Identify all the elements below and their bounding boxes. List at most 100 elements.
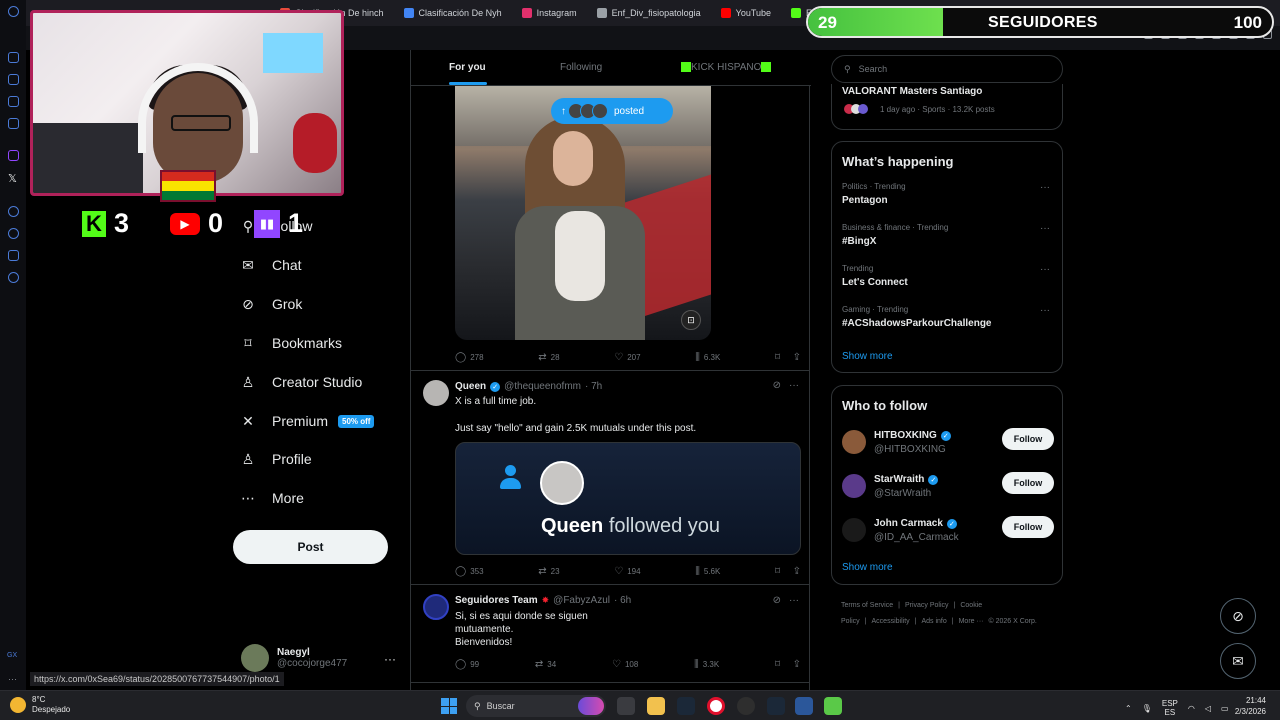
- views-button[interactable]: ⫼ 6.3K: [695, 352, 720, 363]
- who-to-follow-item[interactable]: John Carmack ✓ @ID_AA_Carmack Follow: [842, 516, 1054, 550]
- trend-more-icon[interactable]: ···: [1040, 305, 1050, 316]
- tweet-author-handle[interactable]: @FabyzAzul: [553, 595, 610, 606]
- trend-more-icon[interactable]: ···: [1040, 223, 1050, 234]
- follow-button[interactable]: Follow: [1002, 428, 1054, 450]
- who-to-follow-item[interactable]: HITBOXKING ✓ @HITBOXKING Follow: [842, 428, 1054, 462]
- like-button[interactable]: ♡ 108: [612, 659, 638, 670]
- grok-icon[interactable]: ⊘: [773, 595, 781, 606]
- footer-link[interactable]: © 2026 X Corp.: [988, 618, 1036, 625]
- tweet-author-name[interactable]: Seguidores Team: [455, 595, 538, 606]
- footer-link[interactable]: Ads info: [921, 618, 946, 625]
- obs-icon[interactable]: [737, 697, 755, 715]
- copilot-icon[interactable]: [578, 697, 604, 715]
- show-more-link[interactable]: Show more: [842, 562, 893, 573]
- history-icon[interactable]: [8, 206, 19, 217]
- share-icon[interactable]: ⇪: [793, 352, 801, 363]
- x-sidebar-icon[interactable]: 𝕏: [8, 172, 17, 185]
- taskbar-clock[interactable]: 21:44 2/3/2026: [1235, 695, 1266, 717]
- follow-button[interactable]: Follow: [1002, 472, 1054, 494]
- account-more-icon[interactable]: ···: [384, 652, 396, 666]
- browser-tab[interactable]: Enf_Div_fisiopatologia: [587, 2, 711, 24]
- avatar[interactable]: [423, 594, 449, 620]
- twitch-sidebar-icon[interactable]: [8, 150, 19, 161]
- chevron-up-icon[interactable]: ⌃: [1125, 704, 1132, 713]
- show-more-link[interactable]: Show more: [842, 351, 893, 362]
- trend-item[interactable]: Politics · Trending Pentagon ···: [842, 182, 1054, 206]
- search-input[interactable]: ⚲ Search: [831, 55, 1063, 83]
- browser-tab[interactable]: Instagram: [512, 2, 587, 24]
- bookmark-icon[interactable]: ⌑: [775, 352, 780, 363]
- reply-button[interactable]: ◯ 278: [455, 352, 484, 363]
- footer-link[interactable]: More ···: [959, 618, 984, 625]
- views-button[interactable]: ⫼ 3.3K: [694, 659, 719, 670]
- nav-item-chat[interactable]: ✉ Chat: [240, 257, 301, 274]
- workspace-icon[interactable]: [8, 74, 19, 85]
- nav-item-premium[interactable]: ✕ Premium 50% off: [240, 413, 375, 429]
- windows-start-icon[interactable]: [441, 698, 457, 714]
- file-explorer-icon[interactable]: [647, 697, 665, 715]
- volume-icon[interactable]: ◁: [1205, 704, 1211, 713]
- grok-fab-button[interactable]: ⊘: [1220, 598, 1256, 634]
- repost-button[interactable]: ⇄ 28: [538, 352, 559, 363]
- task-view-icon[interactable]: [617, 697, 635, 715]
- tab-kick-hispano[interactable]: KICK HISPANO: [681, 62, 772, 73]
- bookmark-icon[interactable]: ⌑: [775, 659, 780, 670]
- footer-link[interactable]: Privacy Policy: [905, 602, 949, 609]
- trend-item[interactable]: Trending Let's Connect ···: [842, 264, 1054, 288]
- like-button[interactable]: ♡ 194: [614, 566, 640, 577]
- app-icon[interactable]: [824, 697, 842, 715]
- post-button[interactable]: Post: [233, 530, 388, 564]
- nav-item-creator-studio[interactable]: ♙ Creator Studio: [240, 374, 363, 391]
- follow-button[interactable]: Follow: [1002, 516, 1054, 538]
- nav-item-more[interactable]: ⋯ More: [240, 490, 304, 507]
- browser-tab[interactable]: YouTube: [711, 2, 781, 24]
- grok-icon[interactable]: ⊘: [773, 380, 781, 391]
- nav-item-profile[interactable]: ♙ Profile: [240, 451, 312, 468]
- bookmark-icon[interactable]: ⌑: [775, 566, 780, 577]
- tweet-more-icon[interactable]: ···: [789, 595, 799, 606]
- trend-item[interactable]: Business & finance · Trending #BingX ···: [842, 223, 1054, 247]
- microphone-icon[interactable]: 🎙: [1142, 704, 1152, 713]
- wifi-icon[interactable]: ◠: [1188, 704, 1195, 713]
- steam-icon[interactable]: [677, 697, 695, 715]
- send-icon[interactable]: [8, 250, 19, 261]
- media-info-icon[interactable]: ⊡: [681, 310, 701, 330]
- trend-more-icon[interactable]: ···: [1040, 182, 1050, 193]
- tab-following[interactable]: Following: [560, 62, 602, 73]
- tweet-more-icon[interactable]: ···: [789, 380, 799, 391]
- nav-item-grok[interactable]: ⊘ Grok: [240, 296, 302, 313]
- footer-link[interactable]: Terms of Service: [841, 602, 893, 609]
- settings-icon[interactable]: [8, 272, 19, 283]
- account-switcher[interactable]: Naegyl @cocojorge477: [241, 644, 347, 672]
- nav-item-bookmarks[interactable]: ⌑ Bookmarks: [240, 335, 342, 352]
- messages-fab-button[interactable]: ✉: [1220, 643, 1256, 679]
- like-button[interactable]: ♡ 207: [614, 352, 640, 363]
- gx-icon[interactable]: GX: [7, 652, 17, 659]
- word-icon[interactable]: [795, 697, 813, 715]
- opera-gx-icon[interactable]: [707, 697, 725, 715]
- steam-icon[interactable]: [767, 697, 785, 715]
- tweet-author-name[interactable]: Queen: [455, 381, 486, 392]
- aria-icon[interactable]: [8, 52, 19, 63]
- weather-widget[interactable]: 8°C Despejado: [10, 695, 70, 715]
- clock-icon[interactable]: [8, 228, 19, 239]
- views-button[interactable]: ⫼ 5.6K: [695, 566, 720, 577]
- trend-item[interactable]: Gaming · Trending #ACShadowsParkourChalle…: [842, 305, 1054, 329]
- opera-logo-icon[interactable]: [8, 6, 19, 17]
- who-to-follow-item[interactable]: StarWraith ✓ @StarWraith Follow: [842, 472, 1054, 506]
- language-indicator[interactable]: ESP ES: [1162, 699, 1178, 717]
- avatar[interactable]: [423, 380, 449, 406]
- share-icon[interactable]: ⇪: [793, 659, 801, 670]
- apps-icon[interactable]: [8, 96, 19, 107]
- battery-icon[interactable]: ▭: [1221, 704, 1229, 713]
- new-posts-pill[interactable]: ↑ posted: [551, 98, 673, 124]
- tweet-image-card[interactable]: Queen followed you: [455, 442, 801, 555]
- footer-link[interactable]: Accessibility: [872, 618, 910, 625]
- reply-button[interactable]: ◯ 353: [455, 566, 484, 577]
- tab-for-you[interactable]: For you: [449, 62, 486, 73]
- trend-more-icon[interactable]: ···: [1040, 264, 1050, 275]
- repost-button[interactable]: ⇄ 23: [538, 566, 559, 577]
- reply-button[interactable]: ◯ 99: [455, 659, 479, 670]
- tweet-author-handle[interactable]: @thequeenofmm: [504, 381, 581, 392]
- top-trend-card[interactable]: VALORANT Masters Santiago 1 day ago · Sp…: [831, 84, 1063, 130]
